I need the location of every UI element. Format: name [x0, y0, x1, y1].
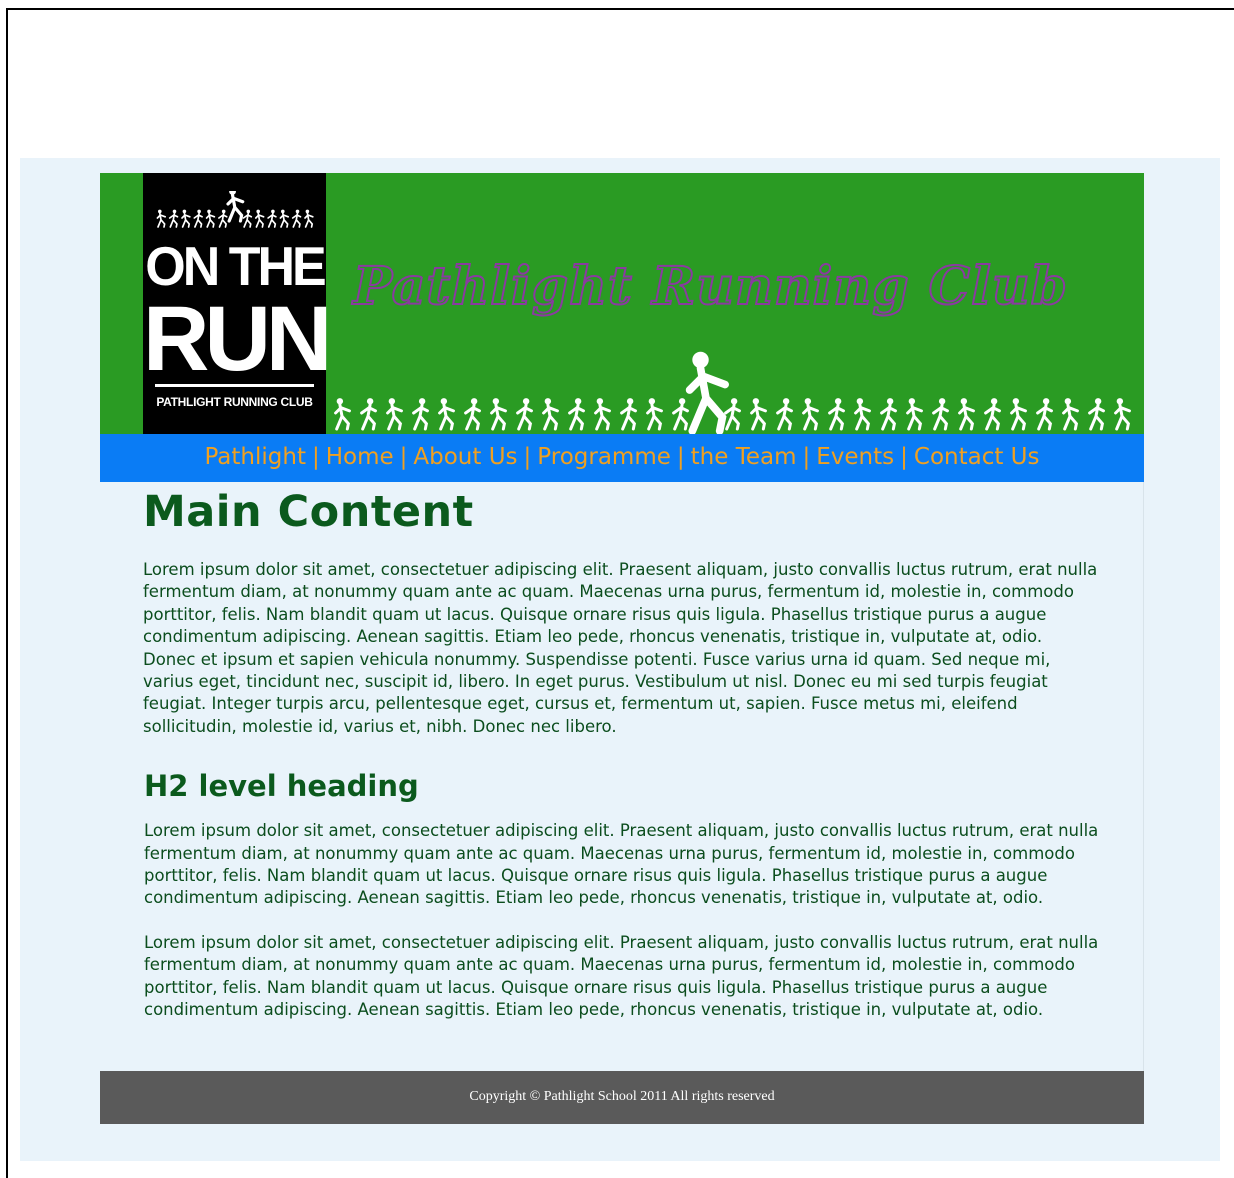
logo-divider: [155, 384, 314, 387]
logo-line2: RUN: [143, 288, 332, 390]
page-title: Main Content: [143, 487, 474, 537]
nav-separator: |: [523, 444, 532, 470]
nav-link-pathlight[interactable]: Pathlight: [204, 444, 306, 470]
copyright-text: Copyright © Pathlight School 2011 All ri…: [469, 1089, 775, 1104]
paragraph: Lorem ipsum dolor sit amet, consectetuer…: [144, 821, 1099, 908]
nav-link-about-us[interactable]: About Us: [413, 444, 517, 470]
nav-separator: |: [676, 444, 685, 470]
nav-separator: |: [311, 444, 320, 470]
nav-separator: |: [900, 444, 908, 470]
site-footer: Copyright © Pathlight School 2011 All ri…: [100, 1071, 1144, 1124]
paragraph: Lorem ipsum dolor sit amet, consectetuer…: [143, 560, 1098, 736]
paragraph: Lorem ipsum dolor sit amet, consectetuer…: [144, 932, 1099, 1020]
main-navigation: Pathlight | Home | About Us | Programme | the Te…: [100, 434, 1144, 482]
nav-link-events[interactable]: Events: [816, 444, 894, 470]
logo-runners-icon: [156, 191, 314, 228]
main-content: Main Content Lorem ipsum dolor sit amet,…: [100, 482, 1144, 1071]
page-container: ON THE RUN PATHLIGHT RUNNING CLUB Pathli…: [100, 173, 1144, 1124]
section-heading: H2 level heading: [144, 769, 419, 804]
nav-link-programme[interactable]: Programme: [537, 444, 671, 470]
nav-link-home[interactable]: Home: [326, 444, 394, 470]
header-runners-icon: [334, 351, 1131, 434]
nav-link-the-team[interactable]: the Team: [691, 444, 797, 470]
site-title: Pathlight Running Club: [352, 256, 1068, 318]
club-logo[interactable]: ON THE RUN PATHLIGHT RUNNING CLUB: [143, 173, 332, 434]
nav-separator: |: [399, 444, 408, 470]
nav-separator: |: [802, 444, 811, 470]
logo-subtitle: PATHLIGHT RUNNING CLUB: [156, 395, 313, 409]
nav-link-contact-us[interactable]: Contact Us: [914, 444, 1040, 470]
site-header: ON THE RUN PATHLIGHT RUNNING CLUB Pathli…: [100, 173, 1144, 434]
